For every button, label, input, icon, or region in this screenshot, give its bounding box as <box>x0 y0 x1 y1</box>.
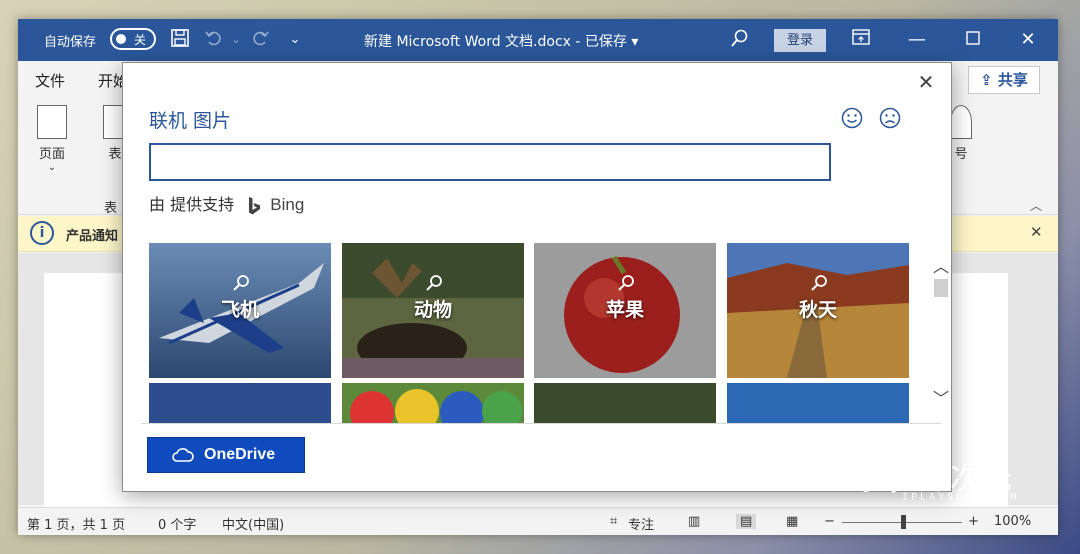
undo-dropdown-icon[interactable]: ⌄ <box>224 28 248 52</box>
tile-search-icon <box>811 275 827 291</box>
info-icon: i <box>30 221 54 245</box>
scroll-down-icon[interactable]: ﹀ <box>932 385 950 408</box>
category-tile-row2-3[interactable] <box>534 383 716 423</box>
chevron-down-icon: ⌄ <box>47 162 57 173</box>
share-icon: ⇪ <box>980 71 993 89</box>
redo-icon[interactable] <box>248 28 272 52</box>
title-bar: 自动保存 关 ⌄ ⌄ 新建 Microsoft Word 文档.docx - 已… <box>18 19 1058 61</box>
dialog-divider <box>141 423 941 424</box>
page-icon <box>37 105 67 139</box>
symbol-button-label: 号 <box>954 147 968 162</box>
online-pictures-dialog: ✕ 联机 图片 由 提供支持 Bing 飞机 动物 苹果 秋天 ︿ ﹀ OneD… <box>122 62 952 492</box>
watermark-site: IPLAYSOFT.COM <box>902 492 1020 503</box>
dialog-title: 联机 图片 <box>149 110 232 132</box>
bing-logo-icon <box>249 196 261 214</box>
table-button-label: 表 <box>108 147 122 162</box>
search-input[interactable] <box>151 145 829 179</box>
status-bar: 第 1 页，共 1 页 0 个字 中文(中国) ⌗ 专注 ▥ ▤ ▦ − + 1… <box>18 507 1058 535</box>
zoom-slider-thumb[interactable] <box>901 515 906 529</box>
onedrive-label: OneDrive <box>204 446 276 463</box>
ribbon-display-icon[interactable] <box>846 27 876 53</box>
scrollbar-thumb[interactable] <box>934 279 948 297</box>
tile-search-icon <box>426 275 442 291</box>
search-box[interactable] <box>149 143 831 181</box>
powered-by-text: 由 提供支持 <box>149 195 235 214</box>
customize-toolbar-icon[interactable]: ⌄ <box>283 28 307 52</box>
tab-file[interactable]: 文件 <box>35 70 65 91</box>
word-count[interactable]: 0 个字 <box>158 514 196 533</box>
page-button[interactable]: 页面 ⌄ <box>32 105 72 173</box>
tile-label: 动物 <box>413 299 452 321</box>
info-bar-text: 产品通知 <box>66 229 119 244</box>
watermark-logo-icon <box>863 452 908 494</box>
info-close-icon[interactable]: ✕ <box>1030 223 1043 241</box>
close-window-icon[interactable]: ✕ <box>1013 27 1043 53</box>
omega-icon <box>950 105 972 139</box>
document-title[interactable]: 新建 Microsoft Word 文档.docx - 已保存 ▾ <box>364 31 638 51</box>
image-category-grid: 飞机 动物 苹果 秋天 <box>123 233 953 423</box>
balloons-thumbnail <box>350 389 522 423</box>
grid-scrollbar[interactable]: ︿ ﹀ <box>931 235 951 423</box>
category-tile-row2-2[interactable] <box>342 383 524 423</box>
category-tile-row2-4[interactable] <box>727 383 909 423</box>
web-layout-icon[interactable]: ▦ <box>786 514 798 529</box>
tile-label: 苹果 <box>605 299 644 321</box>
zoom-level[interactable]: 100% <box>994 514 1031 529</box>
dialog-close-icon[interactable]: ✕ <box>913 69 939 95</box>
tile-label: 飞机 <box>220 299 259 321</box>
tile-search-icon <box>233 275 249 291</box>
category-tile-row2-1[interactable] <box>149 383 331 423</box>
smile-feedback-icon[interactable] <box>841 107 863 129</box>
autosave-label: 自动保存 <box>44 35 97 50</box>
category-tile-airplane[interactable]: 飞机 <box>149 243 331 378</box>
undo-icon[interactable] <box>202 28 226 52</box>
zoom-out-button[interactable]: − <box>824 514 835 529</box>
bing-label: Bing <box>270 195 305 214</box>
share-button[interactable]: ⇪ 共享 <box>968 66 1040 94</box>
maximize-icon[interactable] <box>958 27 988 53</box>
category-tile-apple[interactable]: 苹果 <box>534 243 716 378</box>
minimize-icon[interactable]: — <box>902 27 932 53</box>
language-indicator[interactable]: 中文(中国) <box>222 514 284 533</box>
read-mode-icon[interactable]: ▥ <box>688 514 700 529</box>
category-tile-autumn[interactable]: 秋天 <box>727 243 909 378</box>
cloud-icon <box>172 448 194 462</box>
save-icon[interactable] <box>168 28 192 52</box>
powered-by-bing: 由 提供支持 Bing <box>149 191 304 216</box>
search-icon[interactable] <box>728 28 752 52</box>
signin-button[interactable]: 登录 <box>774 29 826 52</box>
share-label: 共享 <box>997 71 1028 89</box>
focus-icon[interactable]: ⌗ <box>610 514 617 529</box>
toggle-knob <box>116 34 126 44</box>
page-button-label: 页面 <box>38 147 65 162</box>
table-group-label: 表 <box>104 201 118 216</box>
onedrive-button[interactable]: OneDrive <box>147 437 305 473</box>
print-layout-icon[interactable]: ▤ <box>736 514 757 529</box>
scroll-up-icon[interactable]: ︿ <box>932 253 950 276</box>
collapse-ribbon-icon[interactable]: ︿ <box>1030 197 1042 214</box>
autosave-state: 关 <box>134 33 147 47</box>
tile-search-icon <box>618 275 634 291</box>
tile-label: 秋天 <box>798 299 837 321</box>
category-tile-animal[interactable]: 动物 <box>342 243 524 378</box>
zoom-in-button[interactable]: + <box>968 514 979 529</box>
frown-feedback-icon[interactable] <box>879 107 901 129</box>
focus-label[interactable]: 专注 <box>628 514 654 533</box>
autosave-toggle[interactable]: 关 <box>110 28 156 50</box>
page-count[interactable]: 第 1 页，共 1 页 <box>27 514 125 533</box>
